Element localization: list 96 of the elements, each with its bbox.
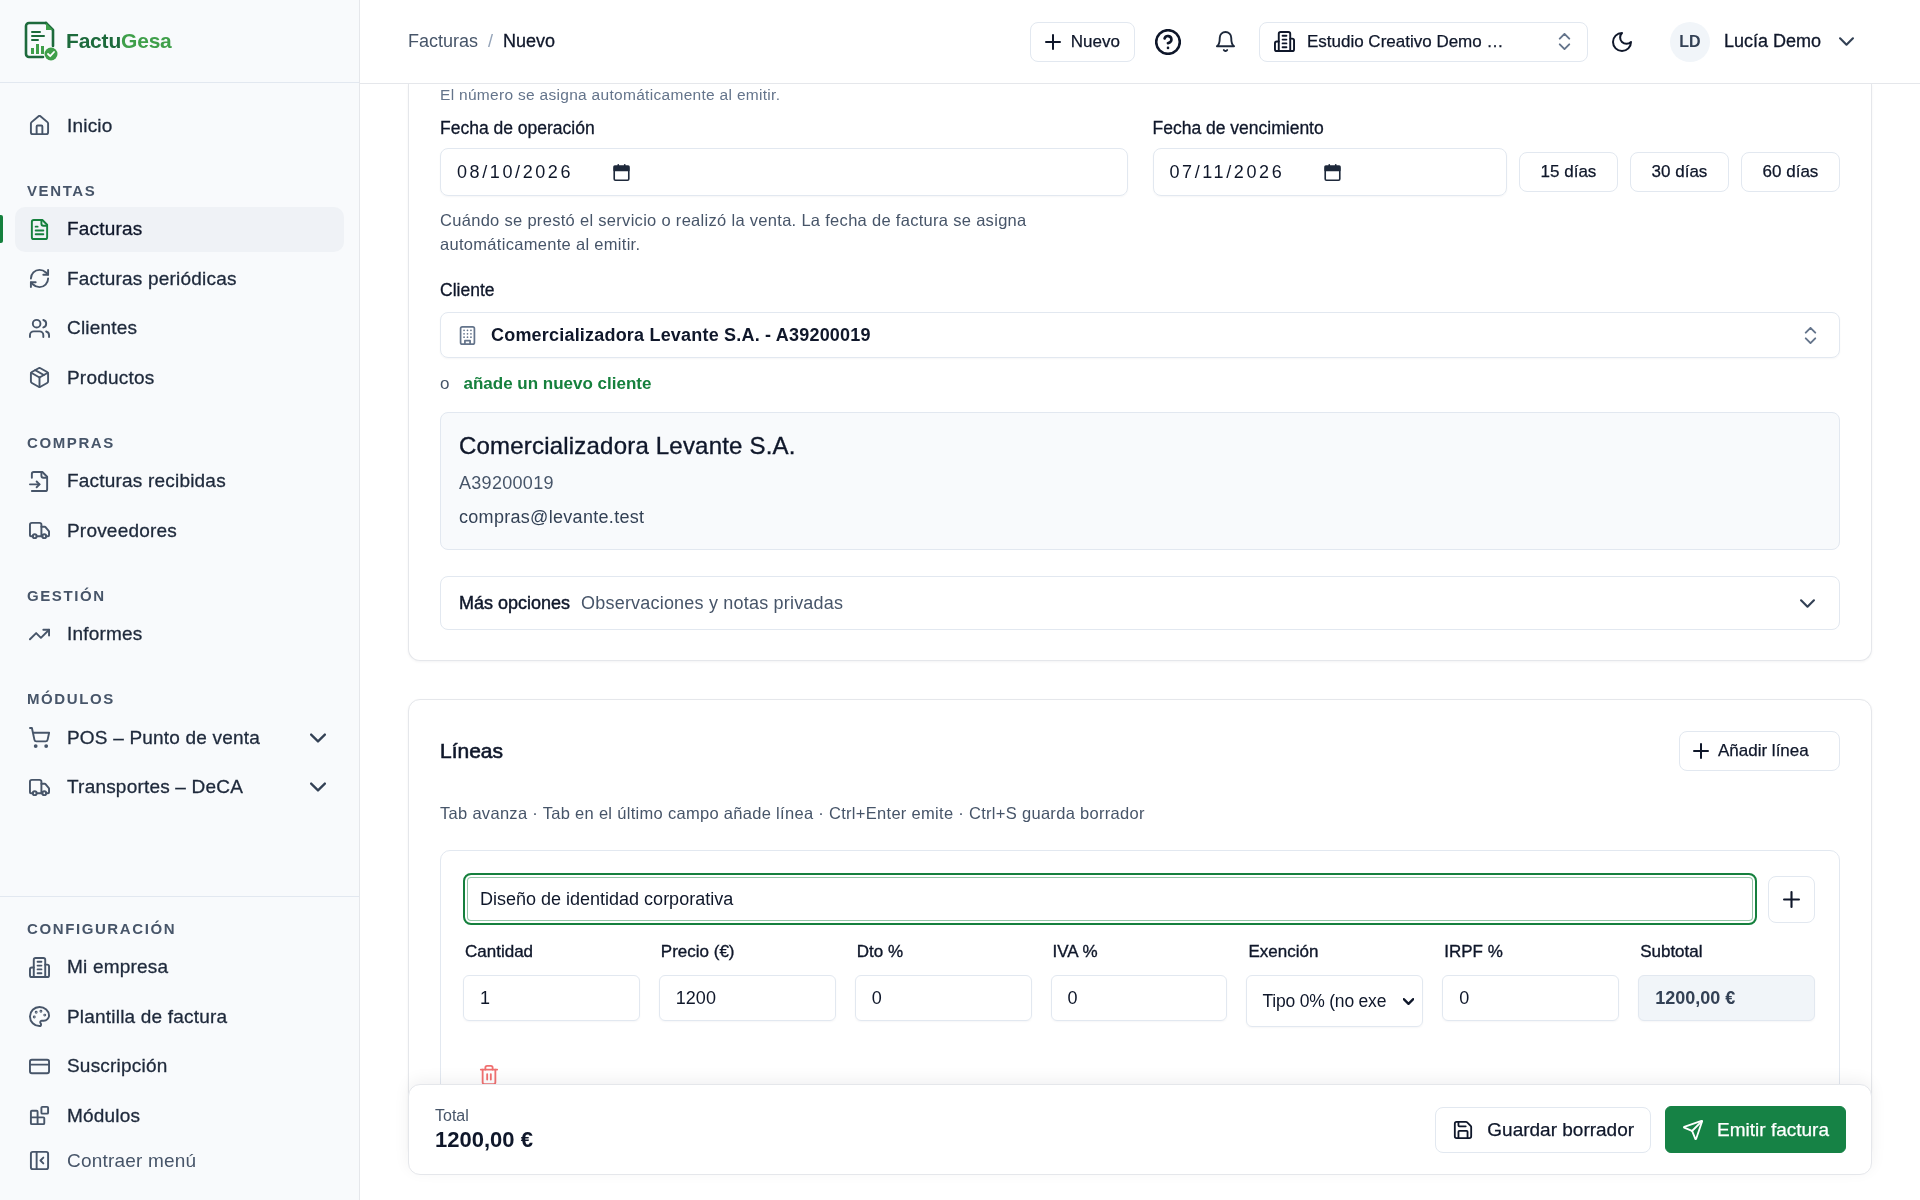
input-field[interactable]: 1200	[658, 975, 836, 1021]
user-avatar: LD	[1669, 21, 1710, 62]
add-client-link[interactable]: añade un nuevo cliente	[463, 374, 652, 394]
field-label: Exención	[1248, 942, 1320, 962]
field-label: IVA %	[1052, 942, 1099, 962]
preset-button[interactable]: 30 días	[1630, 152, 1729, 192]
truck-icon	[29, 520, 50, 541]
truck-icon	[29, 776, 50, 798]
preset-button[interactable]: 60 días	[1741, 152, 1840, 192]
field-label: Fecha de vencimiento	[1152, 118, 1325, 138]
section-heading: CONFIGURACIÓN	[26, 918, 178, 939]
refresh-icon	[29, 268, 50, 289]
field-label: Dto %	[856, 942, 904, 962]
section-heading: VENTAS	[26, 180, 98, 201]
date-input[interactable]: 08/10/2026	[440, 148, 1128, 196]
chevron-down-icon	[1403, 995, 1415, 1007]
field-label: Cliente	[440, 280, 496, 300]
section-title: Líneas	[440, 739, 504, 763]
building-icon	[458, 325, 477, 345]
total-amount: 1200,00 €	[435, 1125, 533, 1154]
nav-item[interactable]: Transportes – DeCA	[15, 764, 344, 810]
preset-button[interactable]: 15 días	[1519, 152, 1618, 192]
select-field[interactable]: Tipo 0% (no exe	[1246, 975, 1424, 1027]
field-label: Precio (€)	[660, 942, 736, 962]
plus-icon	[1693, 743, 1709, 759]
issue-invoice-button[interactable]: Emitir factura	[1665, 1106, 1846, 1153]
help-icon[interactable]	[1154, 28, 1181, 55]
nav-item[interactable]: Plantilla de factura	[15, 994, 344, 1039]
save-draft-button[interactable]: Guardar borrador	[1435, 1106, 1652, 1153]
bell-icon[interactable]	[1214, 31, 1236, 52]
client-name: Comercializadora Levante S.A.	[459, 431, 797, 461]
add-button[interactable]	[1768, 875, 1815, 923]
nav-item[interactable]: Inicio	[15, 103, 344, 148]
add-line-button[interactable]: Añadir línea	[1679, 731, 1840, 771]
input-field[interactable]: 1	[463, 975, 640, 1021]
section-heading: COMPRAS	[26, 432, 116, 453]
client-select[interactable]: Comercializadora Levante S.A. - A39200019	[440, 312, 1840, 358]
nav-item[interactable]: Suscripción	[15, 1043, 344, 1089]
user-name[interactable]: Lucía Demo	[1723, 31, 1821, 52]
input-field[interactable]: 0	[1442, 975, 1620, 1021]
info-text: El número se asigna automáticamente al emitir.	[440, 86, 782, 104]
input-field[interactable]: 0	[1050, 975, 1228, 1021]
nav-item[interactable]: Facturas periódicas	[15, 256, 344, 301]
breadcrumb-link[interactable]: Facturas	[408, 31, 479, 52]
more-options-toggle[interactable]: Más opciones Observaciones y notas privadas	[440, 576, 1840, 630]
nav-item[interactable]: Mi empresa	[15, 944, 344, 990]
help-text: Cuándo se prestó el servicio o realizó la venta. La fecha de factura se asigna automáticamente al emitir.	[440, 210, 1028, 255]
field-label: Cantidad	[465, 942, 535, 962]
section-heading: MÓDULOS	[26, 689, 116, 709]
cart-icon	[29, 727, 50, 748]
users-icon	[29, 317, 50, 339]
building-icon	[29, 956, 50, 978]
description-input[interactable]: Diseño de identidad corporativa	[463, 873, 1757, 925]
company-selector[interactable]: Estudio Creativo Demo …	[1258, 21, 1588, 62]
save-icon	[1453, 1119, 1474, 1140]
field-label: IRPF %	[1444, 942, 1504, 962]
field-label: Subtotal	[1640, 942, 1704, 962]
collapse-menu-button[interactable]: Contraer menú	[15, 1138, 344, 1183]
input-field[interactable]: 0	[854, 975, 1032, 1021]
plus-icon	[1044, 33, 1061, 50]
nav-item[interactable]: Clientes	[15, 305, 344, 351]
shortcut-hint: Tab avanza · Tab en el último campo añade línea · Ctrl+Enter emite · Ctrl+S guarda borrador	[440, 803, 1146, 823]
document-icon	[29, 218, 50, 240]
nav-item[interactable]: Proveedores	[15, 508, 344, 553]
plus-icon	[1783, 890, 1800, 908]
client-email: compras@levante.test	[459, 506, 646, 529]
calendar-icon[interactable]	[1324, 163, 1342, 181]
section-heading: GESTIÓN	[26, 585, 107, 606]
palette-icon	[29, 1006, 50, 1027]
breadcrumb-separator: /	[488, 31, 494, 52]
total-label: Total	[435, 1105, 470, 1126]
nav-item[interactable]: Módulos	[15, 1093, 344, 1138]
trash-icon[interactable]	[479, 1065, 499, 1085]
calendar-icon[interactable]	[613, 163, 631, 181]
building-icon	[1273, 31, 1295, 52]
nav-item[interactable]: POS – Punto de venta	[15, 715, 344, 760]
date-input[interactable]: 07/11/2026	[1152, 148, 1507, 196]
new-button[interactable]: Nuevo	[1029, 21, 1135, 62]
send-icon	[1683, 1119, 1704, 1140]
blocks-icon	[29, 1105, 50, 1126]
document-chart-icon	[24, 21, 58, 61]
brand-name: FactuGesa	[66, 29, 172, 53]
house-icon	[29, 115, 50, 136]
nav-item[interactable]: Informes	[15, 611, 344, 657]
field-label: Fecha de operación	[440, 118, 596, 138]
or-text: o	[440, 374, 450, 394]
moon-icon[interactable]	[1611, 31, 1632, 52]
nav-item[interactable]: Facturas	[15, 206, 344, 252]
chevron-down-icon[interactable]	[1839, 34, 1854, 49]
breadcrumb-current: Nuevo	[503, 31, 556, 52]
nav-item[interactable]: Productos	[15, 355, 344, 400]
package-icon	[29, 367, 50, 388]
nav-item[interactable]: Facturas recibidas	[15, 458, 344, 504]
subtotal-field: 1200,00 €	[1638, 975, 1815, 1021]
up-down-chevron-icon	[1802, 326, 1819, 344]
client-tax-id: A39200019	[459, 472, 555, 495]
